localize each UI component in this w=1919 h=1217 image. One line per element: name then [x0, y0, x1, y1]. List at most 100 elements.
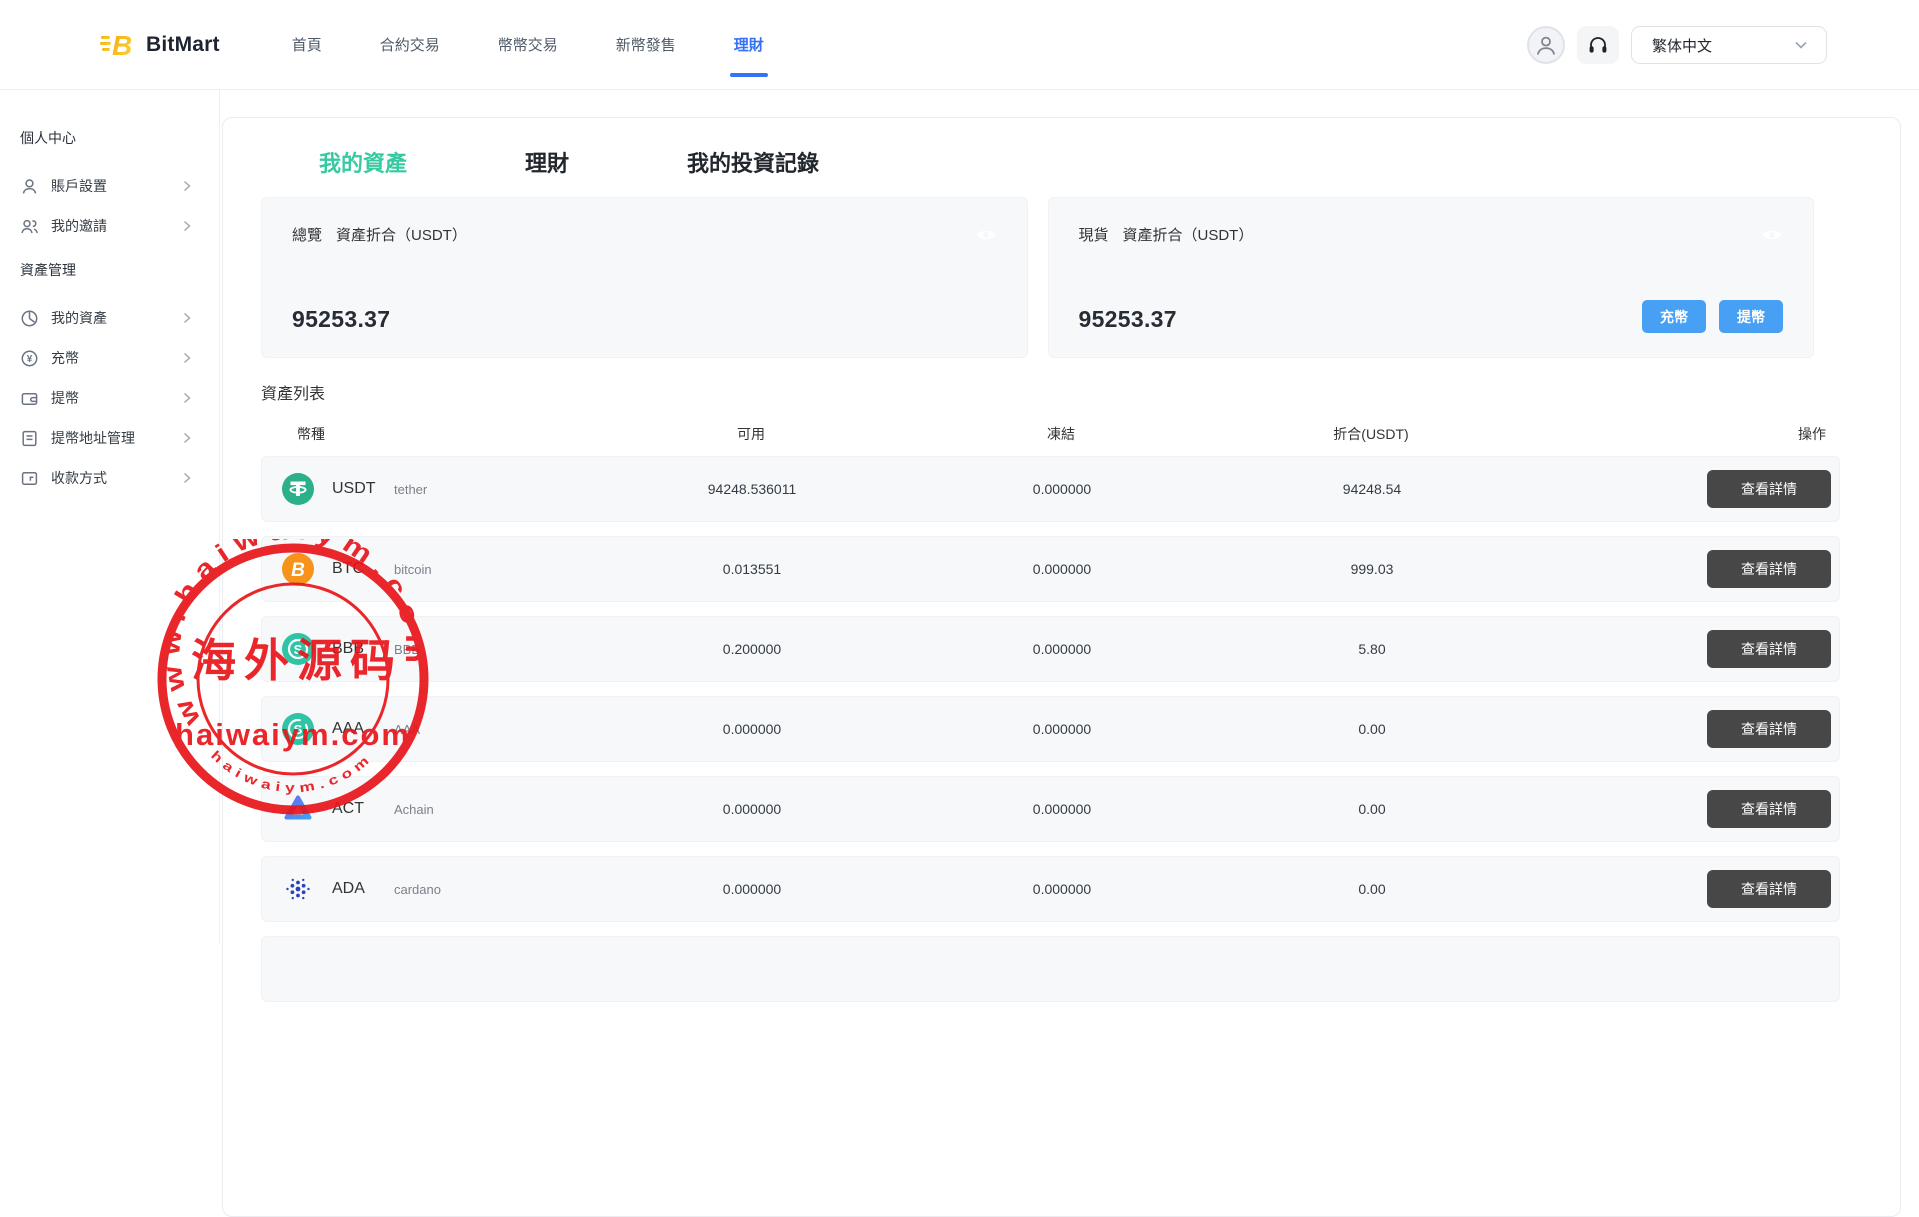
tab-wealth[interactable]: 理財 — [525, 146, 569, 178]
converted-amount: 0.00 — [1217, 801, 1527, 817]
person-icon — [1534, 33, 1558, 57]
brand-name: BitMart — [146, 33, 220, 57]
converted-amount: 999.03 — [1217, 561, 1527, 577]
view-details-button[interactable]: 查看詳情 — [1707, 550, 1831, 588]
svg-text:B: B — [112, 30, 132, 61]
topbar-right: 繁体中文 — [1527, 0, 1827, 90]
sidebar-item-account-settings[interactable]: 賬戶設置 — [20, 166, 219, 206]
coin-symbol: BTC — [332, 560, 378, 578]
chevron-right-icon — [183, 180, 191, 192]
withdraw-button[interactable]: 提幣 — [1719, 300, 1783, 333]
pie-chart-icon — [20, 309, 39, 328]
sidebar-section-asset-management: 資產管理 — [20, 260, 219, 282]
coin-yen-icon: ¥ — [20, 349, 39, 368]
chevron-right-icon — [183, 432, 191, 444]
users-icon — [20, 217, 39, 236]
tab-my-assets[interactable]: 我的資產 — [319, 146, 407, 178]
converted-amount: 0.00 — [1217, 881, 1527, 897]
support-button[interactable] — [1577, 26, 1619, 64]
overview-asset-card: 總覽資產折合（USDT） 95253.37 — [261, 197, 1028, 358]
sidebar-section-personal-center: 個人中心 — [20, 128, 219, 150]
nav-item-home[interactable]: 首頁 — [292, 0, 322, 89]
chevron-right-icon — [183, 392, 191, 404]
asset-list-title: 資產列表 — [261, 380, 1840, 404]
nav-item-wealth[interactable]: 理財 — [734, 0, 764, 89]
view-details-button[interactable]: 查看詳情 — [1707, 710, 1831, 748]
sidebar-item-label: 提幣地址管理 — [51, 428, 183, 448]
frozen-amount: 0.000000 — [907, 721, 1217, 737]
converted-amount: 94248.54 — [1217, 481, 1527, 497]
table-row-bbb: S BBB BBB 0.200000 0.000000 5.80 查看詳情 — [261, 616, 1840, 682]
main-nav: 首頁 合約交易 幣幣交易 新幣發售 理財 — [292, 0, 764, 89]
view-details-button[interactable]: 查看詳情 — [1707, 470, 1831, 508]
table-row-usdt: USDT tether 94248.536011 0.000000 94248.… — [261, 456, 1840, 522]
user-avatar[interactable] — [1527, 26, 1565, 64]
nav-item-contract-trading[interactable]: 合約交易 — [380, 0, 440, 89]
bitmart-logo[interactable]: B BitMart — [100, 28, 220, 62]
nav-item-new-coin-launch[interactable]: 新幣發售 — [616, 0, 676, 89]
chevron-down-icon — [1794, 40, 1808, 50]
sidebar-item-my-assets[interactable]: 我的資產 — [20, 298, 219, 338]
coin-symbol: BBB — [332, 640, 378, 658]
view-details-button[interactable]: 查看詳情 — [1707, 870, 1831, 908]
frozen-amount: 0.000000 — [907, 641, 1217, 657]
spot-asset-card: 現貨資產折合（USDT） 95253.37 充幣 提幣 — [1048, 197, 1815, 358]
sidebar-item-label: 我的資產 — [51, 308, 183, 328]
visibility-eye-icon[interactable] — [975, 227, 997, 243]
table-row-partial — [261, 936, 1840, 1002]
view-details-button[interactable]: 查看詳情 — [1707, 790, 1831, 828]
chevron-right-icon — [183, 312, 191, 324]
frozen-amount: 0.000000 — [907, 801, 1217, 817]
asset-rows: USDT tether 94248.536011 0.000000 94248.… — [261, 456, 1840, 1002]
language-selector[interactable]: 繁体中文 — [1631, 26, 1827, 64]
sidebar-item-payment-methods[interactable]: 收款方式 — [20, 458, 219, 498]
coin-name: bitcoin — [394, 562, 432, 577]
available-amount: 0.000000 — [597, 881, 907, 897]
chevron-right-icon — [183, 352, 191, 364]
card-title-text: 資產折合（USDT） — [336, 227, 467, 244]
column-header-frozen: 凍結 — [906, 424, 1216, 444]
asset-table-header: 幣種 可用 凍結 折合(USDT) 操作 — [261, 412, 1840, 456]
svg-text:B: B — [291, 560, 305, 581]
table-row-ada: ADA cardano 0.000000 0.000000 0.00 查看詳情 — [261, 856, 1840, 922]
overview-card-title: 總覽資產折合（USDT） — [292, 224, 467, 245]
frozen-amount: 0.000000 — [907, 881, 1217, 897]
main-content-panel: 我的資產 理財 我的投資記錄 總覽資產折合（USDT） 95253.37 — [222, 117, 1901, 1217]
sidebar-item-withdraw-address-management[interactable]: 提幣地址管理 — [20, 418, 219, 458]
sidebar-item-withdraw[interactable]: 提幣 — [20, 378, 219, 418]
spot-total-value: 95253.37 — [1079, 306, 1177, 333]
visibility-eye-icon[interactable] — [1761, 227, 1783, 243]
sidebar-item-label: 我的邀請 — [51, 216, 183, 236]
chevron-right-icon — [183, 220, 191, 232]
coin-name: cardano — [394, 882, 441, 897]
active-nav-underline — [730, 73, 768, 77]
nav-item-spot-trading[interactable]: 幣幣交易 — [498, 0, 558, 89]
payment-card-icon — [20, 469, 39, 488]
overview-total-value: 95253.37 — [292, 306, 390, 333]
coin-name: AAA — [394, 722, 420, 737]
address-list-icon — [20, 429, 39, 448]
coin-symbol: AAA — [332, 720, 378, 738]
column-header-converted: 折合(USDT) — [1216, 424, 1526, 444]
sidebar-item-label: 提幣 — [51, 388, 183, 408]
column-header-coin: 幣種 — [261, 424, 596, 444]
user-icon — [20, 177, 39, 196]
spot-card-title: 現貨資產折合（USDT） — [1079, 224, 1254, 245]
available-amount: 94248.536011 — [597, 481, 907, 497]
tab-my-investment-records[interactable]: 我的投資記錄 — [687, 146, 819, 178]
converted-amount: 5.80 — [1217, 641, 1527, 657]
summary-cards: 總覽資產折合（USDT） 95253.37 現貨資產折合（USDT） — [261, 197, 1814, 358]
bitmart-logo-icon: B — [100, 28, 134, 62]
sidebar-item-label: 收款方式 — [51, 468, 183, 488]
sidebar-item-deposit[interactable]: ¥ 充幣 — [20, 338, 219, 378]
asset-tabs: 我的資產 理財 我的投資記錄 — [319, 146, 1840, 178]
svg-text:¥: ¥ — [27, 354, 33, 365]
chevron-right-icon — [183, 472, 191, 484]
view-details-button[interactable]: 查看詳情 — [1707, 630, 1831, 668]
card-title-prefix: 總覽 — [292, 227, 322, 244]
sidebar-item-label: 充幣 — [51, 348, 183, 368]
sidebar-item-my-invitations[interactable]: 我的邀請 — [20, 206, 219, 246]
deposit-button[interactable]: 充幣 — [1642, 300, 1706, 333]
nav-item-wealth-label: 理財 — [734, 34, 764, 55]
table-row-act: ACT Achain 0.000000 0.000000 0.00 查看詳情 — [261, 776, 1840, 842]
